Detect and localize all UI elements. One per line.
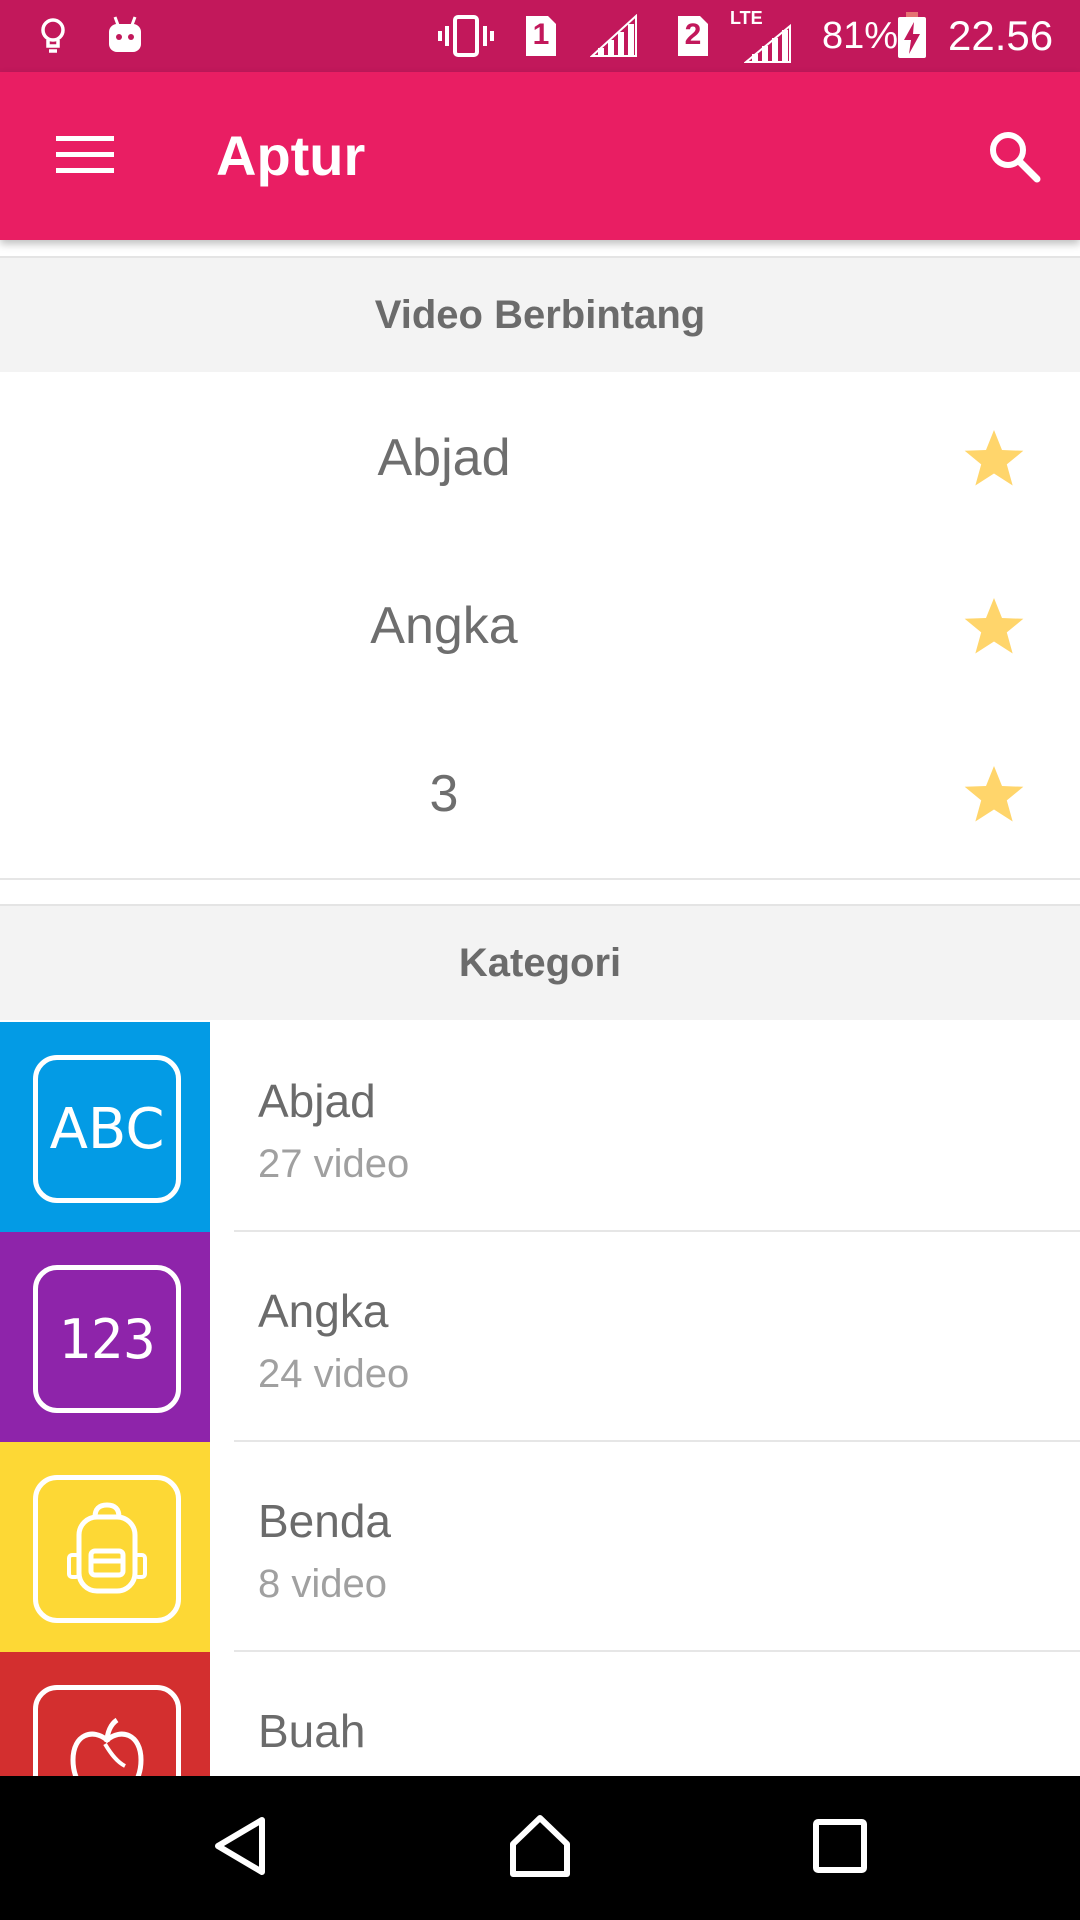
- category-tile: [0, 1652, 210, 1776]
- category-text: Abjad 27 video: [234, 1022, 1080, 1232]
- battery-charging-icon: [896, 0, 928, 72]
- recents-button[interactable]: [790, 1798, 890, 1898]
- category-tile: [0, 1442, 210, 1652]
- clock: 22.56: [948, 12, 1054, 59]
- category-count: 8 video: [258, 1562, 387, 1606]
- star-icon[interactable]: [962, 594, 1026, 658]
- category-count: 24 video: [258, 1352, 410, 1396]
- category-item-abjad[interactable]: ABC Abjad 27 video: [0, 1022, 1080, 1232]
- search-icon: [986, 128, 1042, 189]
- starred-item[interactable]: Angka: [0, 542, 1080, 712]
- battery-percentage: 81%: [822, 14, 899, 57]
- category-name: Abjad: [258, 1075, 376, 1127]
- hamburger-menu-icon: [56, 134, 114, 179]
- home-icon: [507, 1814, 573, 1883]
- star-icon[interactable]: [962, 426, 1026, 490]
- sim2-icon: 2: [674, 0, 712, 72]
- android-debug-icon: [106, 0, 144, 72]
- sim1-icon: 1: [522, 0, 560, 72]
- category-name: Benda: [258, 1495, 392, 1547]
- starred-item-label: 3: [429, 765, 459, 823]
- category-item-benda[interactable]: Benda 8 video: [0, 1442, 1080, 1652]
- starred-item-label: Angka: [370, 597, 518, 655]
- back-button[interactable]: [190, 1798, 290, 1898]
- status-bar: 1 2 LTE 81% 22.56: [0, 0, 1080, 72]
- apple-icon: [33, 1685, 181, 1776]
- category-section-title: Kategori: [458, 940, 622, 985]
- app-title: Aptur: [216, 124, 366, 187]
- lte-signal-icon: LTE: [730, 0, 792, 72]
- category-text: Buah: [234, 1652, 1080, 1776]
- category-tile: ABC: [0, 1022, 210, 1232]
- starred-item-label: Abjad: [377, 429, 511, 487]
- starred-section-header: Video Berbintang: [0, 256, 1080, 372]
- category-section-header: Kategori: [0, 904, 1080, 1020]
- starred-item[interactable]: 3: [0, 710, 1080, 880]
- category-text: Angka 24 video: [234, 1232, 1080, 1442]
- sim1-label: 1: [532, 18, 550, 51]
- navigation-bar: [0, 1776, 1080, 1920]
- abc-icon: ABC: [33, 1055, 181, 1203]
- category-name: Angka: [258, 1285, 389, 1337]
- home-button[interactable]: [490, 1798, 590, 1898]
- back-triangle-icon: [210, 1814, 270, 1883]
- menu-button[interactable]: [40, 116, 130, 196]
- category-text: Benda 8 video: [234, 1442, 1080, 1652]
- numbers-icon: 123: [33, 1265, 181, 1413]
- category-name: Buah: [258, 1705, 366, 1757]
- category-item-buah[interactable]: Buah: [0, 1652, 1080, 1776]
- main-content[interactable]: Video Berbintang Abjad Angka 3 Kategori …: [0, 240, 1080, 1776]
- vibrate-icon: [438, 0, 494, 72]
- starred-item[interactable]: Abjad: [0, 374, 1080, 544]
- starred-section-title: Video Berbintang: [374, 292, 706, 337]
- backpack-icon: [33, 1475, 181, 1623]
- category-item-angka[interactable]: 123 Angka 24 video: [0, 1232, 1080, 1442]
- lightbulb-icon: [38, 0, 68, 72]
- signal-icon: [590, 0, 638, 72]
- search-button[interactable]: [972, 116, 1056, 200]
- star-icon[interactable]: [962, 762, 1026, 826]
- recents-square-icon: [812, 1818, 868, 1879]
- app-bar: Aptur: [0, 72, 1080, 240]
- category-tile: 123: [0, 1232, 210, 1442]
- sim2-label: 2: [684, 18, 702, 51]
- category-count: 27 video: [258, 1142, 410, 1186]
